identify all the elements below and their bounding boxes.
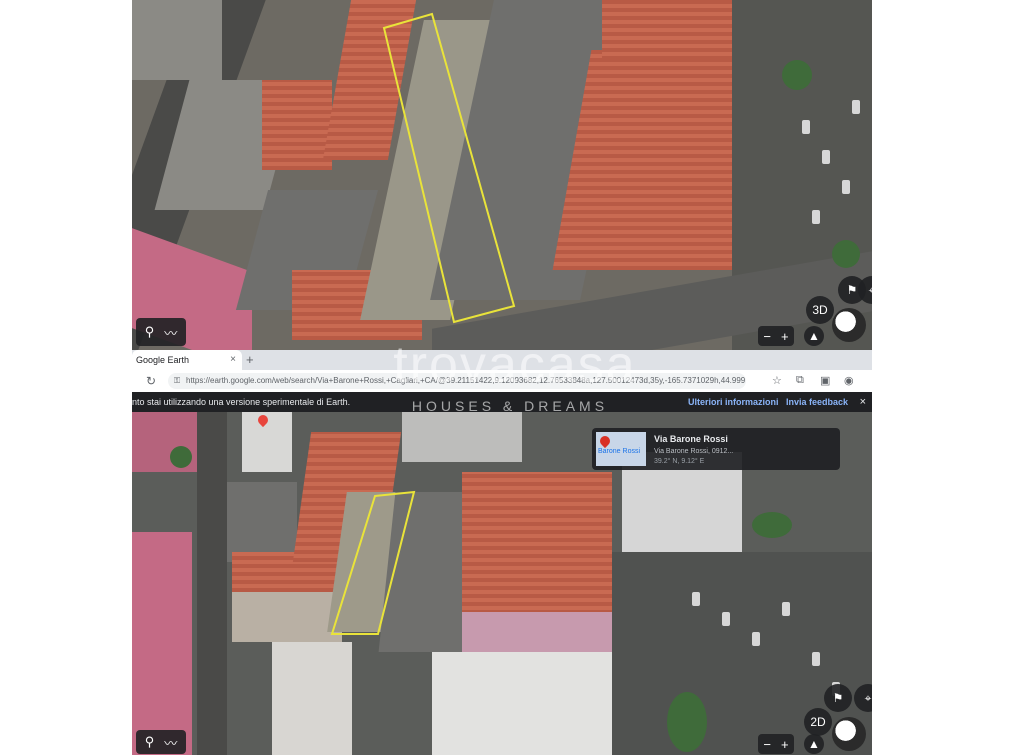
path-icon[interactable]: 〰 — [164, 323, 177, 342]
zoom-controls: − + — [758, 734, 794, 754]
thumbnail-label: Barone Rossi — [598, 448, 641, 455]
zoom-in-button[interactable]: + — [781, 329, 789, 344]
pin-icon[interactable]: ⚲ — [145, 324, 155, 340]
tab-close-icon[interactable]: × — [230, 354, 236, 365]
place-info-card[interactable]: Barone Rossi Via Barone Rossi Via Barone… — [592, 428, 840, 470]
globe-icon[interactable] — [832, 308, 866, 342]
reload-icon[interactable]: ↻ — [146, 374, 156, 388]
pin-icon[interactable]: ⚲ — [145, 734, 155, 750]
lock-icon[interactable]: ⚿ — [174, 373, 180, 389]
globe-icon[interactable] — [832, 717, 866, 751]
sidebar-icon[interactable]: ▣ — [820, 374, 830, 387]
profile-icon[interactable]: ◉ — [844, 374, 854, 387]
place-map-thumbnail[interactable]: Barone Rossi — [596, 432, 646, 466]
place-title: Via Barone Rossi — [654, 434, 728, 444]
watermark-logo: trovacasa — [393, 336, 637, 394]
compass-needle-icon[interactable]: ▲ — [804, 734, 824, 754]
pegman-icon[interactable]: ⚑ — [824, 684, 852, 712]
place-address: Via Barone Rossi, 0912... — [654, 448, 734, 455]
new-tab-button[interactable]: + — [246, 352, 254, 367]
parcel-outline — [382, 12, 516, 324]
watermark-tagline: HOUSES & DREAMS — [411, 398, 609, 414]
map-tools: ⚲ 〰 — [136, 730, 186, 754]
map-pin-icon — [597, 433, 613, 449]
tab-google-earth[interactable]: Google Earth × — [132, 350, 242, 370]
banner-close-icon[interactable]: × — [860, 392, 866, 412]
2d-toggle-button[interactable]: 2D — [804, 708, 832, 736]
top-satellite-view[interactable]: ⚲ 〰 3D ⚑ ⌖ − + ▲ — [132, 0, 872, 350]
tab-title: Google Earth — [136, 355, 190, 365]
zoom-in-button[interactable]: + — [781, 737, 789, 752]
place-coordinates: 39.2° N, 9.12° E — [654, 458, 705, 465]
map-tools: ⚲ 〰 — [136, 318, 186, 346]
send-feedback-link[interactable]: Invia feedback — [786, 392, 848, 412]
extensions-icon[interactable]: ⧉ — [796, 374, 804, 387]
path-icon[interactable]: 〰 — [164, 733, 177, 752]
compass-needle-icon[interactable]: ▲ — [804, 326, 824, 346]
zoom-out-button[interactable]: − — [763, 737, 771, 752]
3d-toggle-button[interactable]: 3D — [806, 296, 834, 324]
